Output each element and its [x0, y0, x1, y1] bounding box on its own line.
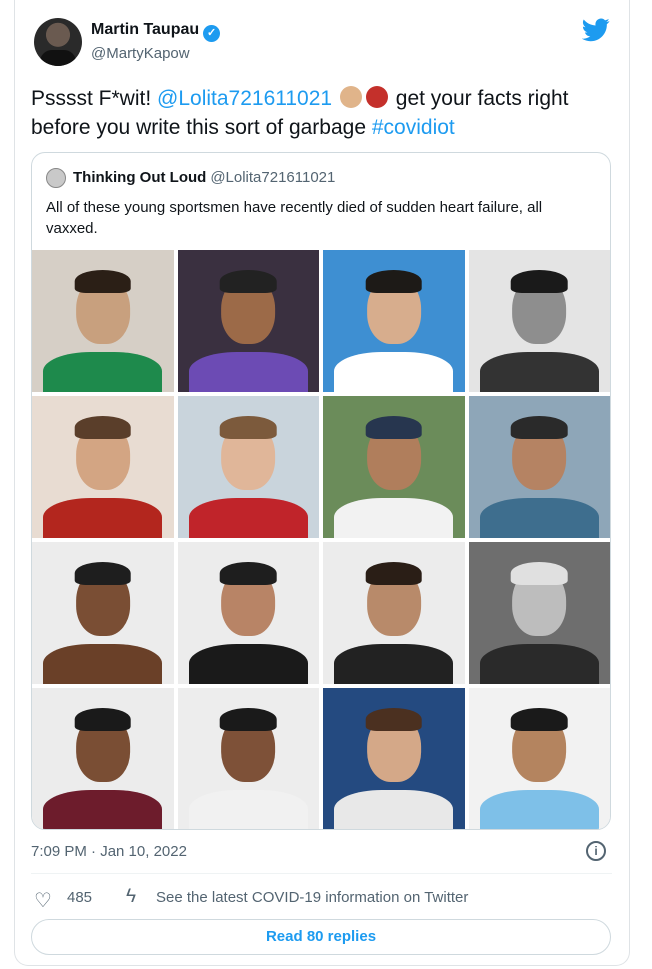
athlete-photo[interactable] [323, 542, 465, 684]
athlete-photo[interactable] [32, 688, 174, 829]
photo-hair [365, 561, 423, 585]
photo-shirt [188, 498, 308, 538]
photo-hair [219, 269, 277, 293]
covid-info-link[interactable]: See the latest COVID-19 information on T… [156, 889, 468, 906]
athlete-photo[interactable] [323, 688, 465, 829]
athlete-photo[interactable] [32, 250, 174, 392]
photo-hair [74, 561, 132, 585]
quoted-avatar[interactable] [46, 168, 66, 188]
photo-shirt [479, 498, 599, 538]
photo-hair [219, 561, 277, 585]
photo-shirt [334, 352, 454, 392]
athlete-photo[interactable] [468, 396, 610, 538]
avatar-shirt [40, 50, 76, 66]
photo-hair [74, 707, 132, 731]
photo-hair [510, 561, 568, 585]
info-icon[interactable]: i [586, 841, 606, 861]
photo-hair [365, 269, 423, 293]
quoted-author-name[interactable]: Thinking Out Loud [73, 169, 206, 186]
photo-shirt [334, 790, 454, 829]
athlete-photo[interactable] [32, 396, 174, 538]
verified-icon: ✓ [203, 25, 221, 42]
divider [31, 873, 612, 874]
photo-hair [365, 707, 423, 731]
quoted-author-handle[interactable]: @Lolita721611021 [210, 169, 335, 186]
photo-hair [510, 269, 568, 293]
tweet-text-part-1: Psssst F*wit! [31, 87, 158, 110]
athlete-photo[interactable] [177, 250, 319, 392]
athlete-photo[interactable] [468, 542, 610, 684]
athlete-photo[interactable] [32, 542, 174, 684]
athlete-photo[interactable] [468, 250, 610, 392]
tweet-text: Psssst F*wit! @Lolita721611021 get your … [31, 84, 621, 142]
hashtag-link[interactable]: #covidiot [372, 116, 455, 139]
photo-hair [219, 707, 277, 731]
author-name[interactable]: Martin Taupau ✓ [91, 21, 221, 42]
photo-shirt [479, 644, 599, 684]
author-avatar[interactable] [34, 18, 82, 66]
photo-shirt [43, 498, 163, 538]
photo-shirt [479, 352, 599, 392]
photo-shirt [188, 644, 308, 684]
photo-hair [365, 415, 423, 439]
photo-shirt [188, 352, 308, 392]
athlete-photo[interactable] [468, 688, 610, 829]
heart-icon[interactable]: ♡ [34, 888, 52, 913]
photo-shirt [43, 790, 163, 829]
read-replies-button[interactable]: Read 80 replies [31, 919, 611, 955]
twitter-bird-icon[interactable] [582, 18, 610, 42]
photo-hair [74, 269, 132, 293]
photo-hair [74, 415, 132, 439]
quoted-text: All of these young sportsmen have recent… [46, 199, 543, 237]
photo-hair [219, 415, 277, 439]
photo-shirt [479, 790, 599, 829]
athlete-photo[interactable] [323, 250, 465, 392]
photo-shirt [188, 790, 308, 829]
like-count[interactable]: 485 [67, 889, 92, 906]
quoted-author[interactable]: Thinking Out Loud @Lolita721611021 [73, 169, 335, 186]
photo-shirt [334, 498, 454, 538]
quoted-tweet[interactable]: Thinking Out Loud @Lolita721611021 All of… [31, 152, 611, 830]
angry-face-icon [365, 86, 388, 108]
middle-finger-icon [339, 86, 362, 108]
lightning-icon: ϟ [126, 886, 137, 907]
photo-shirt [43, 352, 163, 392]
athlete-photo[interactable] [177, 542, 319, 684]
mention-link[interactable]: @Lolita721611021 [157, 87, 332, 110]
photo-hair [510, 415, 568, 439]
author-handle[interactable]: @MartyKapow [91, 45, 190, 62]
athlete-photo[interactable] [177, 396, 319, 538]
tweet-timestamp[interactable]: 7:09 PM · Jan 10, 2022 [31, 843, 187, 860]
photo-shirt [43, 644, 163, 684]
photo-grid [32, 250, 610, 829]
athlete-photo[interactable] [323, 396, 465, 538]
photo-shirt [334, 644, 454, 684]
photo-hair [510, 707, 568, 731]
author-name-text[interactable]: Martin Taupau [91, 21, 199, 38]
athlete-photo[interactable] [177, 688, 319, 829]
